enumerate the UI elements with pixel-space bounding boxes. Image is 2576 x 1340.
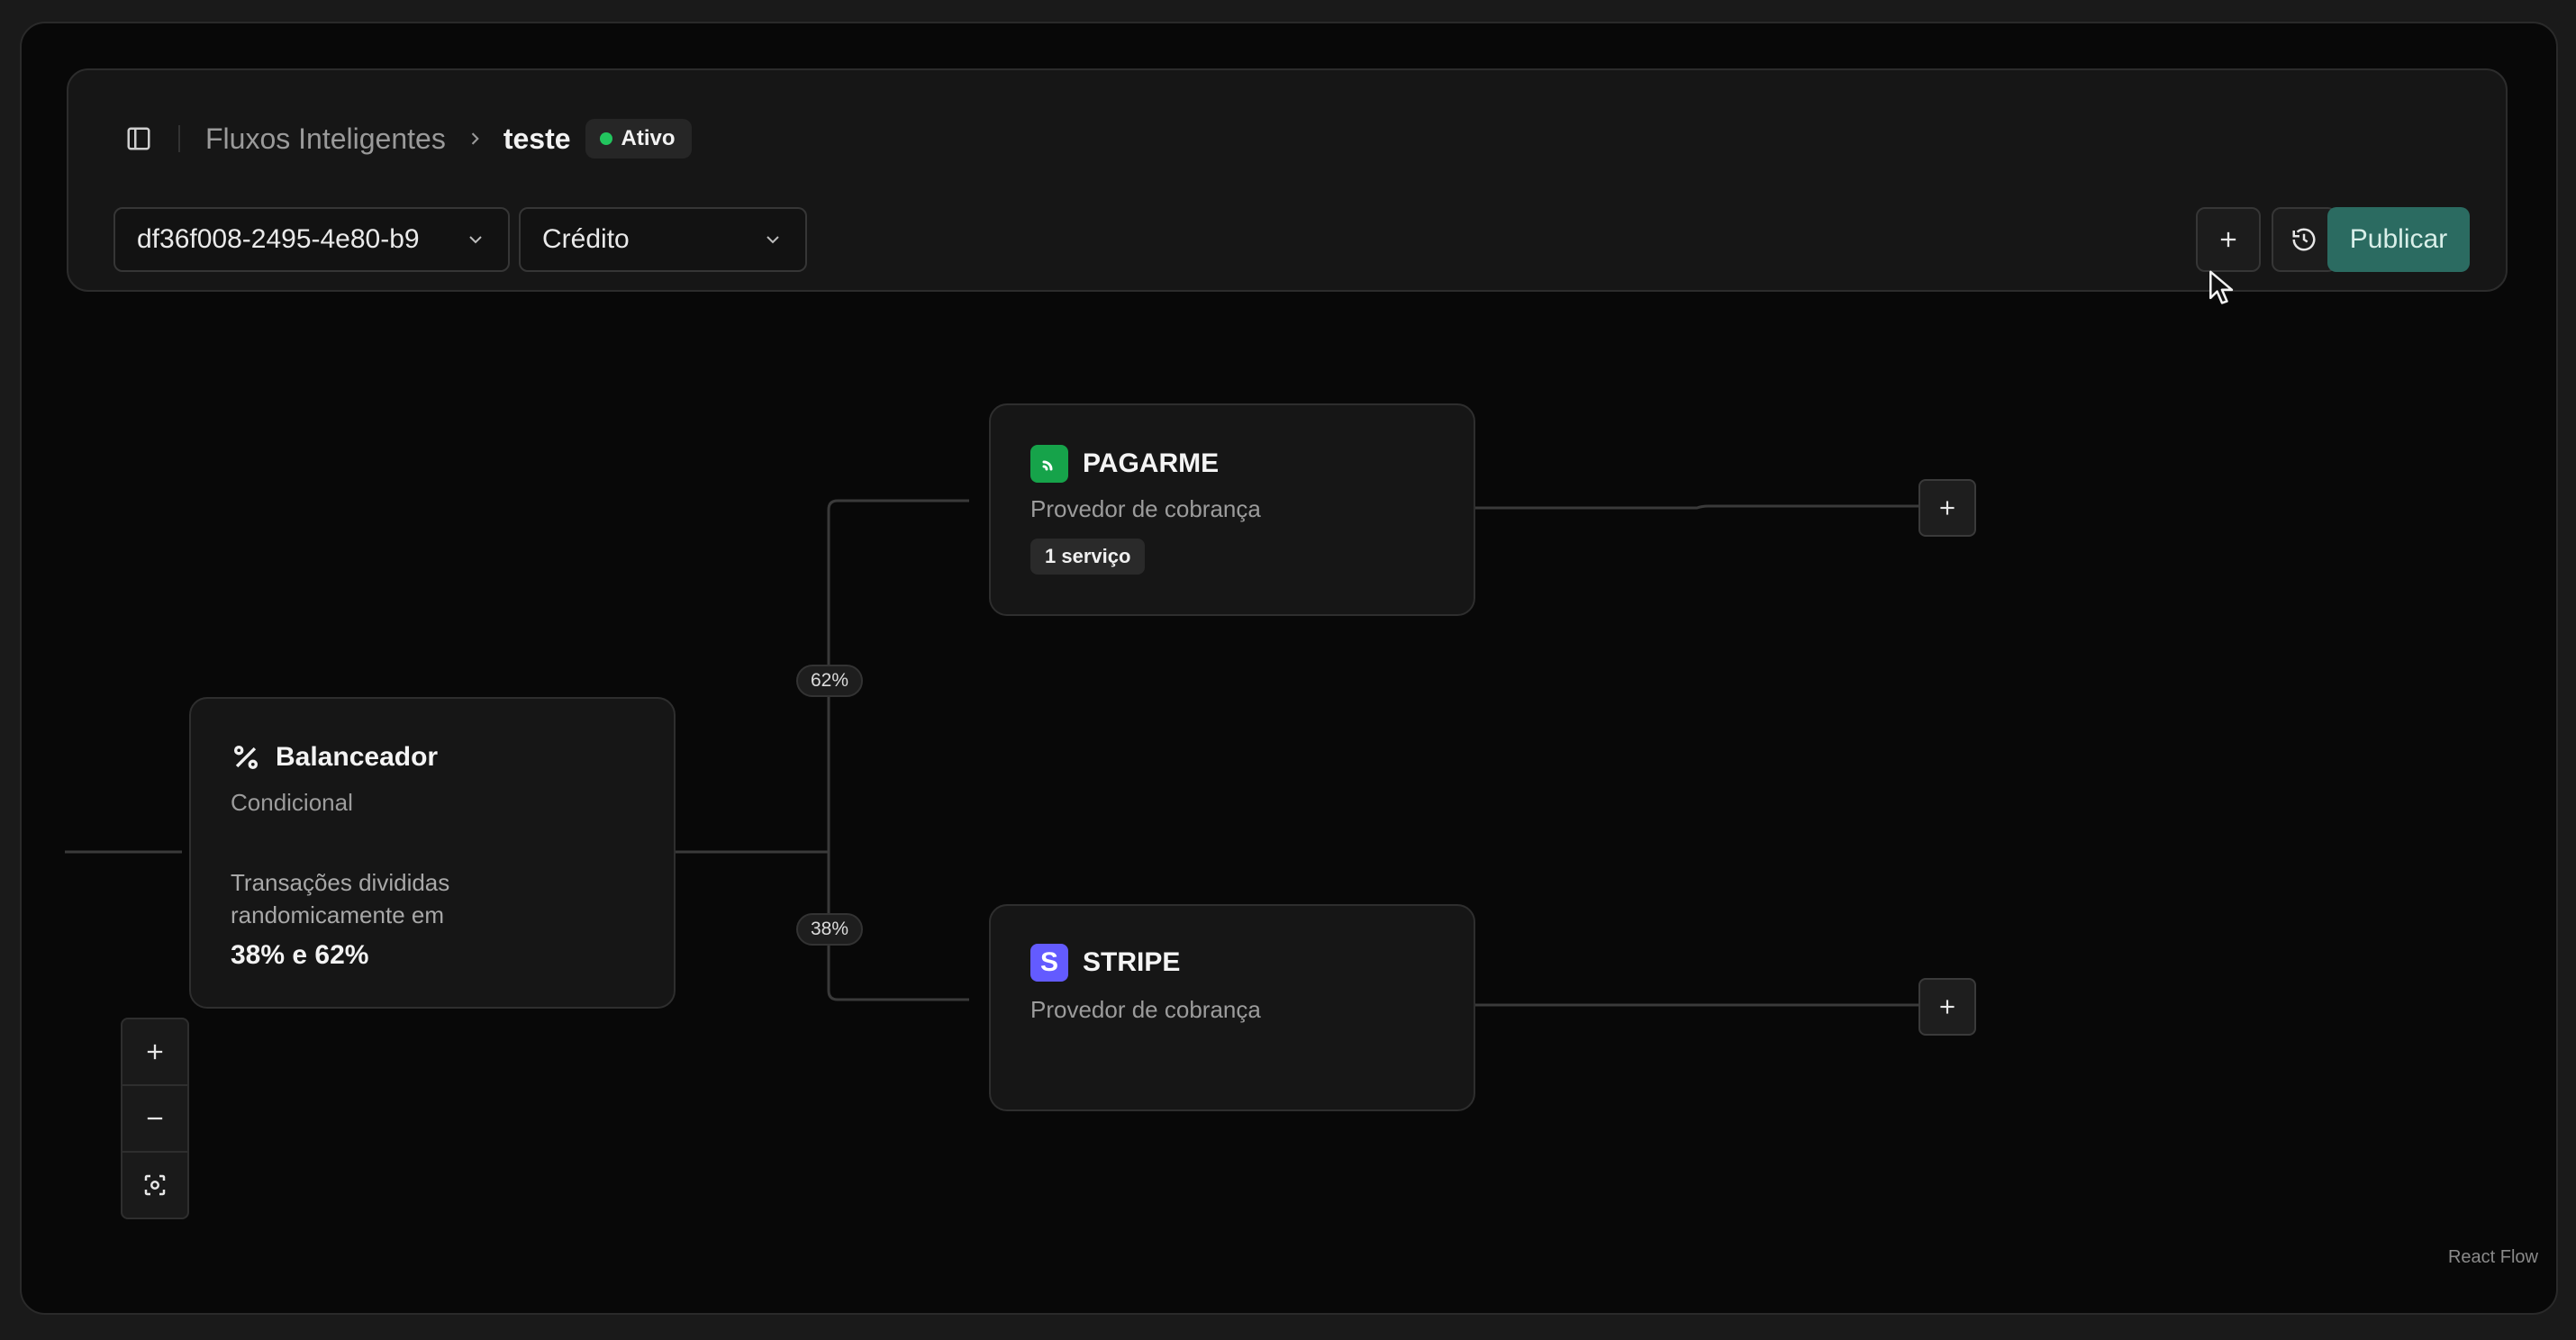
edge-label-bottom: 38% [796,913,864,946]
flow-header: Fluxos Inteligentes teste Ativo df36f008… [67,68,2508,292]
sidebar-toggle-button[interactable] [121,121,157,157]
chevron-right-icon [466,130,484,148]
fit-view-button[interactable] [122,1153,187,1218]
status-badge: Ativo [585,119,692,158]
stripe-title: S STRIPE [1030,944,1180,982]
stripe-logo-icon: S [1030,944,1068,982]
stripe-node[interactable]: S STRIPE Provedor de cobrança [989,904,1475,1111]
react-flow-attribution[interactable]: React Flow [2448,1247,2538,1268]
breadcrumb-current: teste [503,122,571,155]
zoom-in-button[interactable] [122,1019,187,1086]
pagarme-node[interactable]: PAGARME Provedor de cobrança 1 serviço [989,403,1475,616]
edge-pagarme-out [1459,504,1920,510]
sidebar-panel-icon [127,127,150,150]
app-window: Fluxos Inteligentes teste Ativo df36f008… [20,22,2558,1315]
payment-method-value: Crédito [542,224,630,254]
service-count-badge: 1 serviço [1030,539,1146,575]
zoom-out-button[interactable] [122,1086,187,1153]
stripe-subtitle: Provedor de cobrança [1030,996,1261,1023]
chevron-down-icon [469,236,482,244]
balancer-title-text: Balanceador [276,742,439,772]
plus-icon [1940,501,1955,515]
add-node-button[interactable] [2196,207,2261,272]
plus-icon [1940,1000,1955,1014]
chevron-down-icon [766,236,779,244]
breadcrumb: Fluxos Inteligentes teste Ativo [121,119,692,158]
percent-icon [233,745,259,770]
balancer-description: Transações divididas randomicamente em [231,869,450,928]
plus-icon [2220,231,2236,248]
status-dot-icon [599,132,612,145]
history-icon [2292,228,2316,251]
zoom-controls [121,1018,189,1219]
flow-id-select[interactable]: df36f008-2495-4e80-b9 [113,207,510,272]
breadcrumb-parent-link[interactable]: Fluxos Inteligentes [205,122,446,156]
breadcrumb-divider [178,125,180,152]
status-label: Ativo [621,126,676,150]
pagarme-logo-icon [1030,445,1068,483]
plus-icon [147,1044,163,1060]
balancer-node[interactable]: Balanceador Condicional Transações divid… [189,697,676,1009]
balancer-title: Balanceador [231,742,438,773]
pagarme-subtitle: Provedor de cobrança [1030,495,1261,522]
add-after-stripe-button[interactable] [1918,978,1976,1036]
payment-method-select[interactable]: Crédito [519,207,807,272]
stripe-title-text: STRIPE [1083,947,1181,977]
mouse-cursor-icon [2209,270,2234,304]
add-after-pagarme-button[interactable] [1918,479,1976,537]
publish-button[interactable]: Publicar [2327,207,2470,272]
minus-icon [147,1117,163,1120]
fit-view-icon [144,1174,166,1196]
balancer-split: 38% e 62% [231,940,369,970]
edge-label-top: 62% [796,665,864,697]
balancer-subtitle: Condicional [231,789,353,816]
pagarme-title: PAGARME [1030,445,1219,483]
pagarme-title-text: PAGARME [1083,448,1220,478]
flow-id-value: df36f008-2495-4e80-b9 [137,224,420,254]
